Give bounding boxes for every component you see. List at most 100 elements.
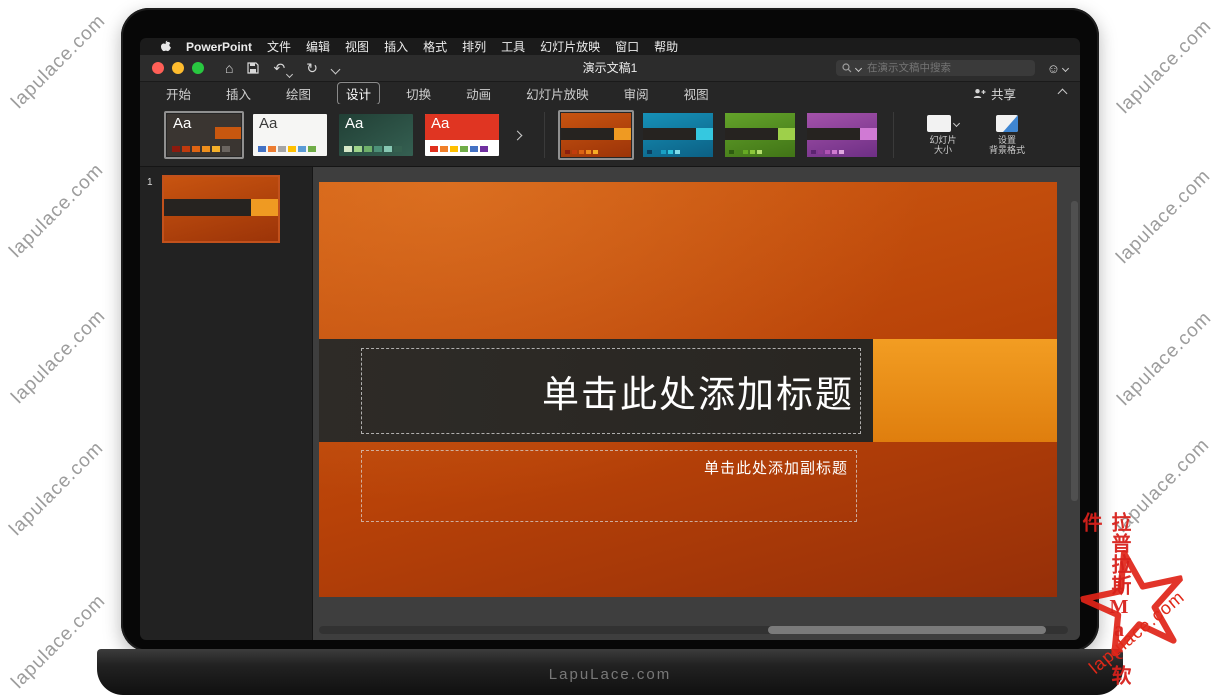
- ribbon-tab-transitions[interactable]: 切换: [397, 82, 440, 105]
- theme-preview-label: Aa: [431, 115, 449, 132]
- variant-thumbnail-purple[interactable]: [804, 110, 880, 160]
- slide-size-icon: [927, 115, 951, 132]
- slide-editing-area[interactable]: 单击此处添加标题 单击此处添加副标题: [319, 182, 1057, 597]
- ribbon-tab-insert[interactable]: 插入: [217, 82, 260, 105]
- menu-item-window[interactable]: 窗口: [615, 38, 639, 55]
- color-swatch: [192, 146, 200, 152]
- color-swatch: [278, 146, 286, 152]
- apple-menu-icon[interactable]: [160, 40, 171, 53]
- color-swatch: [394, 146, 402, 152]
- theme-thumbnail-office[interactable]: Aa: [250, 111, 330, 159]
- color-swatch: [364, 146, 372, 152]
- slide-thumbnail-panel: 1: [140, 167, 313, 640]
- color-swatch: [661, 150, 666, 154]
- ribbon-tab-draw[interactable]: 绘图: [277, 82, 320, 105]
- variant-thumbnail-green[interactable]: [722, 110, 798, 160]
- theme-thumbnail-red[interactable]: Aa: [422, 111, 502, 159]
- redo-icon[interactable]: ↻: [306, 60, 318, 77]
- feedback-control[interactable]: ☺: [1047, 55, 1068, 81]
- color-swatch: [440, 146, 448, 152]
- theme-accent-bar: [215, 127, 241, 139]
- close-button[interactable]: [152, 62, 164, 74]
- menu-item-edit[interactable]: 编辑: [306, 38, 330, 55]
- color-swatch: [839, 150, 844, 154]
- variant-thumbnail-orange[interactable]: [558, 110, 634, 160]
- color-swatch: [647, 150, 652, 154]
- slide-size-label: 幻灯片: [929, 135, 956, 145]
- format-background-button[interactable]: 设置 背景格式: [979, 115, 1035, 155]
- ribbon-tab-design[interactable]: 设计: [337, 82, 380, 105]
- color-swatch: [354, 146, 362, 152]
- menu-item-slideshow[interactable]: 幻灯片放映: [540, 38, 600, 55]
- menu-item-insert[interactable]: 插入: [384, 38, 408, 55]
- chevron-down-icon: [330, 65, 340, 75]
- fullscreen-button[interactable]: [192, 62, 204, 74]
- vertical-scrollbar-thumb[interactable]: [1071, 201, 1078, 501]
- variant-gallery: [558, 110, 880, 160]
- color-swatch: [172, 146, 180, 152]
- toolbar-options-icon[interactable]: [332, 60, 339, 76]
- undo-icon[interactable]: ↶: [273, 60, 292, 77]
- variant-accent: [696, 128, 713, 139]
- horizontal-scrollbar-thumb[interactable]: [768, 626, 1045, 634]
- color-swatch: [308, 146, 316, 152]
- ribbon-tab-home[interactable]: 开始: [157, 82, 200, 105]
- design-ribbon-gallery: Aa Aa Aa: [140, 104, 1080, 167]
- theme-thumbnail-green[interactable]: Aa: [336, 111, 416, 159]
- home-icon[interactable]: ⌂: [225, 60, 233, 76]
- color-swatch: [450, 146, 458, 152]
- theme-swatches: [172, 146, 230, 152]
- search-scope-chevron-icon[interactable]: [855, 64, 862, 71]
- horizontal-scrollbar-track[interactable]: [319, 626, 1068, 634]
- slide-size-button[interactable]: 幻灯片 大小: [915, 115, 971, 155]
- slide-canvas[interactable]: 单击此处添加标题 单击此处添加副标题: [313, 167, 1080, 640]
- color-swatch: [374, 146, 382, 152]
- slide-size-label: 大小: [929, 145, 956, 155]
- chevron-right-icon: [513, 130, 523, 140]
- ribbon-tab-view[interactable]: 视图: [675, 82, 718, 105]
- variant-thumbnail-teal[interactable]: [640, 110, 716, 160]
- search-input[interactable]: [865, 61, 1029, 75]
- theme-swatches: [258, 146, 316, 152]
- menu-app-name[interactable]: PowerPoint: [186, 40, 252, 54]
- theme-gallery-more-button[interactable]: [514, 132, 521, 139]
- theme-gallery: Aa Aa Aa: [164, 111, 531, 159]
- menu-item-file[interactable]: 文件: [267, 38, 291, 55]
- variant-swatches: [729, 150, 762, 154]
- title-placeholder[interactable]: 单击此处添加标题: [361, 348, 861, 434]
- menu-item-arrange[interactable]: 排列: [462, 38, 486, 55]
- menu-item-view[interactable]: 视图: [345, 38, 369, 55]
- macbook-base: LapuLace.com: [97, 649, 1123, 695]
- color-swatch: [344, 146, 352, 152]
- save-icon[interactable]: [247, 62, 259, 74]
- slide-number: 1: [147, 175, 160, 243]
- subtitle-placeholder-text: 单击此处添加副标题: [704, 461, 848, 477]
- subtitle-placeholder[interactable]: 单击此处添加副标题: [361, 450, 857, 522]
- color-swatch: [212, 146, 220, 152]
- ribbon-tab-slideshow[interactable]: 幻灯片放映: [517, 82, 598, 105]
- ribbon-collapse-button[interactable]: [1059, 90, 1066, 97]
- slide-thumbnail-1[interactable]: [162, 175, 280, 243]
- add-person-icon: [973, 88, 986, 99]
- variant-accent: [860, 128, 877, 139]
- search-box[interactable]: [836, 60, 1035, 76]
- share-label: 共享: [991, 84, 1016, 103]
- minimize-button[interactable]: [172, 62, 184, 74]
- color-swatch: [298, 146, 306, 152]
- chevron-up-icon: [1058, 88, 1068, 98]
- theme-swatches: [344, 146, 402, 152]
- ribbon-tab-review[interactable]: 审阅: [615, 82, 658, 105]
- color-swatch: [268, 146, 276, 152]
- share-button[interactable]: 共享: [973, 84, 1016, 103]
- ribbon-tab-animations[interactable]: 动画: [457, 82, 500, 105]
- menu-item-tools[interactable]: 工具: [501, 38, 525, 55]
- menu-item-format[interactable]: 格式: [423, 38, 447, 55]
- color-swatch: [430, 146, 438, 152]
- menu-item-help[interactable]: 帮助: [654, 38, 678, 55]
- color-swatch: [182, 146, 190, 152]
- page: lapulace.com lapulace.com lapulace.com l…: [0, 0, 1221, 700]
- theme-thumbnail-current[interactable]: Aa: [164, 111, 244, 159]
- slide-accent-rectangle[interactable]: [873, 339, 1057, 442]
- color-swatch: [384, 146, 392, 152]
- color-swatch: [832, 150, 837, 154]
